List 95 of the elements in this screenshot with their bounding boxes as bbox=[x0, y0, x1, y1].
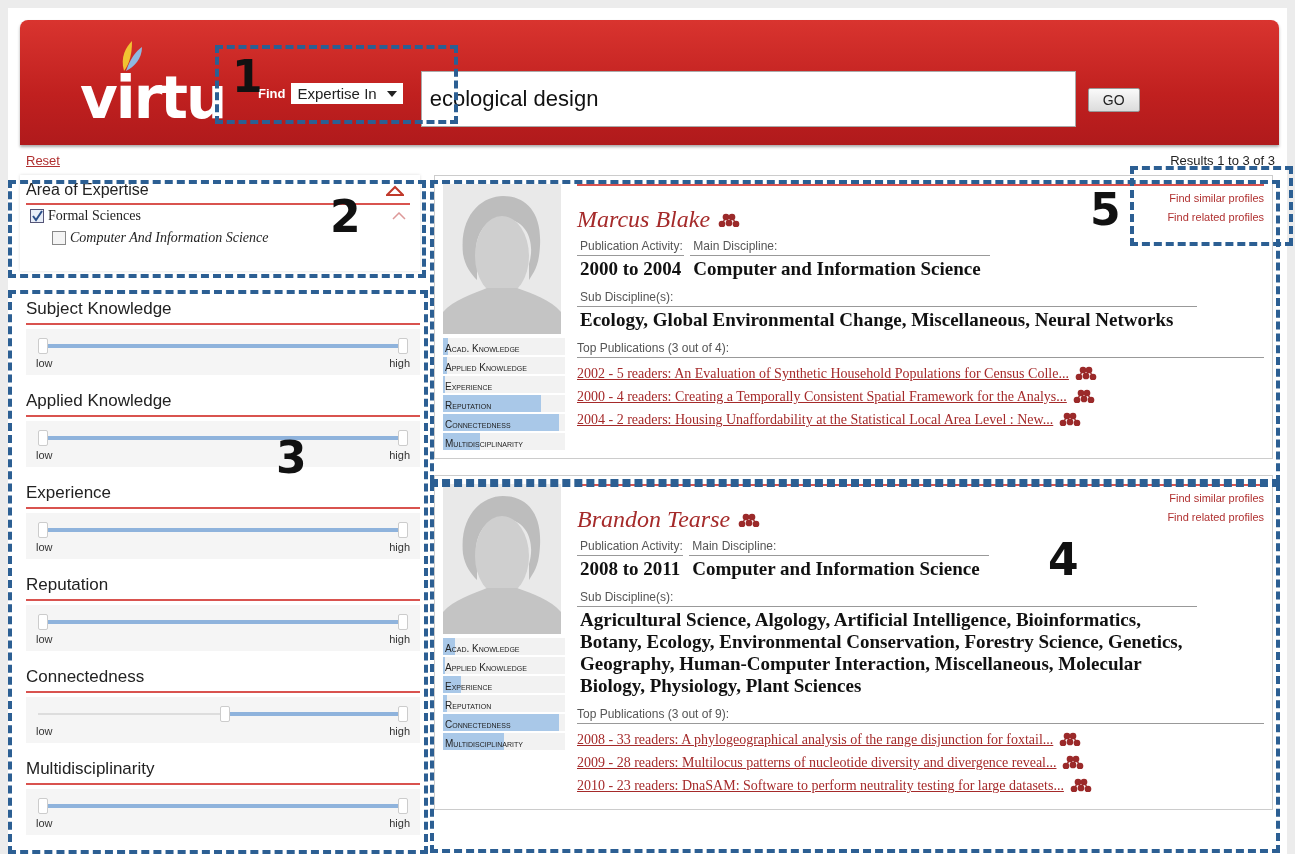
search-type-dropdown[interactable]: Expertise In bbox=[291, 83, 403, 104]
profile-name-link[interactable]: Marcus Blake bbox=[577, 206, 711, 233]
slider-title: Multidisciplinarity bbox=[26, 759, 420, 785]
slider-thumb[interactable] bbox=[38, 798, 48, 814]
high-label: high bbox=[389, 725, 410, 737]
field-value: Computer and Information Science bbox=[692, 257, 982, 281]
field-value: Agricultural Science, Algology, Artificial Intelligence, Bioinformatics, Botany, Ecology, Environmental Conservation, Forestry Science, Genetics, Geography, Human-Computer Interaction, Miscellaneous, Molecular Biology, Physiology, Plant Sciences bbox=[579, 608, 1184, 698]
field-label: Publication Activity: bbox=[577, 237, 685, 256]
slider-thumb[interactable] bbox=[38, 338, 48, 354]
low-label: low bbox=[36, 541, 53, 553]
profile-name-link[interactable]: Brandon Tearse bbox=[577, 506, 731, 533]
slider-title: Subject Knowledge bbox=[26, 299, 420, 325]
annotation-number: 4 bbox=[1048, 538, 1079, 582]
annotation-number: 5 bbox=[1090, 188, 1121, 232]
metric-label: Experience bbox=[444, 381, 493, 392]
filter-title: Area of Expertise bbox=[26, 181, 149, 199]
field-label: Top Publications (3 out of 4): bbox=[577, 339, 1264, 358]
metric-label: Reputation bbox=[444, 400, 492, 411]
field-value: 2000 to 2004 bbox=[579, 257, 683, 281]
metric-label: Connectedness bbox=[444, 719, 511, 730]
category-label: Formal Sciences bbox=[48, 208, 142, 224]
field-label: Main Discipline: bbox=[690, 237, 991, 256]
dots-icon bbox=[1062, 755, 1085, 769]
high-label: high bbox=[389, 357, 410, 369]
slider-thumb[interactable] bbox=[38, 614, 48, 630]
publication-link[interactable]: 2004 - 2 readers: Housing Unaffordability at the Statistical Local Area Level : New... bbox=[577, 412, 1054, 428]
caret-icon bbox=[386, 90, 397, 97]
metric-label: Connectedness bbox=[444, 419, 511, 430]
low-label: low bbox=[36, 449, 53, 461]
search-field[interactable]: ecological design bbox=[420, 70, 1076, 127]
publication-link[interactable]: 2008 - 33 readers: A phylogeographical analysis of the range disjunction for foxtail... bbox=[577, 732, 1054, 748]
high-label: high bbox=[389, 541, 410, 553]
field-value: Ecology, Global Environmental Change, Miscellaneous, Neural Networks bbox=[579, 308, 1175, 332]
slider-title: Applied Knowledge bbox=[26, 391, 420, 417]
reset-link[interactable]: Reset bbox=[26, 152, 60, 168]
dots-icon bbox=[1069, 778, 1092, 792]
publication-link[interactable]: 2010 - 23 readers: DnaSAM: Software to perform neutrality testing for large datasets... bbox=[577, 778, 1064, 794]
metric-label: Multidisciplinarity bbox=[444, 438, 523, 449]
publication-link[interactable]: 2002 - 5 readers: An Evaluation of Synthetic Household Populations for Census Colle... bbox=[577, 366, 1069, 382]
low-label: low bbox=[36, 817, 53, 829]
low-label: low bbox=[36, 725, 53, 737]
slider-thumb[interactable] bbox=[398, 614, 408, 630]
high-label: high bbox=[389, 817, 410, 829]
metric-label: Acad. Knowledge bbox=[444, 343, 520, 354]
slider-thumb[interactable] bbox=[398, 338, 408, 354]
dots-icon bbox=[738, 512, 761, 527]
go-button[interactable]: GO bbox=[1087, 87, 1140, 112]
publication-link[interactable]: 2009 - 28 readers: Multilocus patterns of nucleotide diversity and divergence reveal... bbox=[577, 755, 1057, 771]
high-label: high bbox=[389, 449, 410, 461]
high-label: high bbox=[389, 633, 410, 645]
metric-label: Reputation bbox=[444, 700, 492, 711]
field-label: Sub Discipline(s): bbox=[577, 588, 1197, 607]
dots-icon bbox=[1059, 412, 1082, 426]
low-label: low bbox=[36, 633, 53, 645]
find-related-link[interactable]: Find related profiles bbox=[1167, 511, 1264, 523]
slider-thumb[interactable] bbox=[398, 706, 408, 722]
category-label: Computer And Information Science bbox=[70, 230, 270, 246]
low-label: low bbox=[36, 357, 53, 369]
field-label: Top Publications (3 out of 9): bbox=[577, 705, 1264, 724]
find-similar-link[interactable]: Find similar profiles bbox=[1169, 492, 1264, 504]
collapse-icon[interactable] bbox=[386, 184, 404, 196]
metric-label: Applied Knowledge bbox=[444, 662, 527, 673]
slider-thumb[interactable] bbox=[220, 706, 230, 722]
slider-title: Connectedness bbox=[26, 667, 420, 693]
field-label: Sub Discipline(s): bbox=[577, 288, 1197, 307]
logo-text: virtu bbox=[80, 72, 226, 123]
checkbox[interactable] bbox=[52, 231, 66, 245]
dots-icon bbox=[1059, 732, 1082, 746]
publication-link[interactable]: 2000 - 4 readers: Creating a Temporally Consistent Spatial Framework for the Analys... bbox=[577, 389, 1067, 405]
metric-label: Experience bbox=[444, 681, 493, 692]
slider-thumb[interactable] bbox=[398, 798, 408, 814]
checkbox[interactable] bbox=[30, 209, 44, 223]
dots-icon bbox=[1074, 366, 1097, 380]
metric-label: Multidisciplinarity bbox=[444, 738, 523, 749]
annotation-number: 2 bbox=[330, 195, 361, 239]
field-label: Main Discipline: bbox=[689, 537, 990, 556]
field-value: Computer and Information Science bbox=[691, 557, 981, 581]
annotation-number: 3 bbox=[276, 436, 307, 480]
slider-thumb[interactable] bbox=[38, 522, 48, 538]
slider-title: Reputation bbox=[26, 575, 420, 601]
dots-icon bbox=[1072, 389, 1095, 403]
metric-label: Applied Knowledge bbox=[444, 362, 527, 373]
slider-thumb[interactable] bbox=[398, 430, 408, 446]
dots-icon bbox=[718, 212, 741, 227]
slider-thumb[interactable] bbox=[398, 522, 408, 538]
metric-label: Acad. Knowledge bbox=[444, 643, 520, 654]
slider-thumb[interactable] bbox=[38, 430, 48, 446]
find-similar-link[interactable]: Find similar profiles bbox=[1169, 192, 1264, 204]
results-summary: Results 1 to 3 of 3 bbox=[1170, 152, 1275, 168]
field-label: Publication Activity: bbox=[577, 537, 684, 556]
find-related-link[interactable]: Find related profiles bbox=[1167, 211, 1264, 223]
checkmark-icon bbox=[31, 210, 43, 222]
slider-title: Experience bbox=[26, 483, 420, 509]
field-value: 2008 to 2011 bbox=[579, 557, 682, 581]
collapse-icon[interactable] bbox=[392, 212, 406, 220]
